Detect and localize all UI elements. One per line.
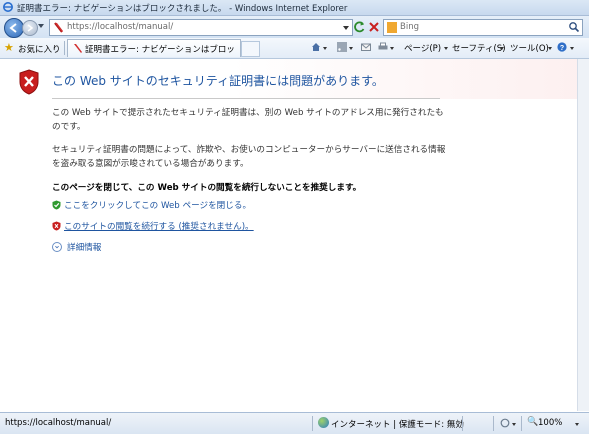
- back-arrow-icon: [9, 23, 17, 33]
- address-url: https://localhost/manual/: [67, 22, 174, 32]
- heading-divider: [52, 98, 440, 99]
- certificate-error-icon: [74, 44, 82, 53]
- back-button[interactable]: [4, 18, 24, 38]
- forward-arrow-icon: [27, 24, 34, 32]
- svg-text:?: ?: [560, 45, 564, 52]
- forward-button[interactable]: [22, 20, 38, 36]
- feeds-icon[interactable]: [337, 42, 347, 52]
- recommendation-text: このページを閉じて、この Web サイトの閲覧を続行しないことを推奨します。: [52, 183, 362, 193]
- feeds-dropdown-icon[interactable]: [349, 47, 353, 50]
- recent-pages-dropdown[interactable]: [38, 24, 44, 28]
- page-heading: この Web サイトのセキュリティ証明書には問題があります。: [52, 74, 384, 88]
- safety-menu[interactable]: セーフティ(S): [452, 42, 506, 54]
- security-shield-error-icon: [19, 69, 39, 95]
- address-dropdown-icon[interactable]: [343, 26, 349, 30]
- zoom-level[interactable]: 100%: [538, 418, 562, 428]
- more-information-label: 詳細情報: [67, 243, 102, 253]
- search-icon[interactable]: [568, 21, 580, 33]
- red-shield-icon: [52, 221, 61, 231]
- stop-icon[interactable]: [368, 20, 380, 34]
- search-box[interactable]: Bing: [383, 19, 583, 36]
- status-divider: [493, 416, 494, 431]
- protected-mode-icon[interactable]: [500, 418, 510, 428]
- home-icon[interactable]: [311, 42, 321, 52]
- toolbar-divider: [64, 41, 65, 55]
- print-icon[interactable]: [378, 42, 388, 52]
- window-title: 証明書エラー: ナビゲーションはブロックされました。 - Windows Int…: [17, 4, 348, 14]
- ie-logo-icon: [3, 2, 13, 12]
- certificate-warning-text: セキュリティ証明書の問題によって、詐欺や、お使いのコンピューターからサーバーに送…: [52, 145, 446, 169]
- certificate-error-icon: [54, 22, 63, 33]
- tab-label: 証明書エラー: ナビゲーションはブロックされ...: [85, 45, 235, 55]
- safety-menu-dropdown-icon[interactable]: [500, 47, 504, 50]
- navigation-bar: https://localhost/manual/ Bing: [0, 16, 589, 38]
- certificate-mismatch-text: この Web サイトで提示されたセキュリティ証明書は、別の Web サイトのアド…: [52, 108, 444, 132]
- print-dropdown-icon[interactable]: [390, 47, 394, 50]
- favorites-bar: ★ お気に入り 証明書エラー: ナビゲーションはブロックされ... ページ(P)…: [0, 38, 589, 59]
- continue-to-site-link-label[interactable]: このサイトの閲覧を続行する (推奨されません)。: [64, 220, 254, 232]
- browser-tab[interactable]: 証明書エラー: ナビゲーションはブロックされ...: [67, 39, 241, 57]
- tools-menu-dropdown-icon[interactable]: [548, 47, 552, 50]
- security-zone-status[interactable]: インターネット | 保護モード: 無効: [331, 418, 464, 430]
- status-url: https://localhost/manual/: [5, 418, 112, 428]
- address-bar[interactable]: https://localhost/manual/: [49, 19, 353, 36]
- mail-icon[interactable]: [361, 42, 371, 52]
- zoom-dropdown-icon[interactable]: [575, 423, 579, 426]
- expand-chevron-icon: [52, 242, 62, 252]
- refresh-icon[interactable]: [353, 20, 366, 34]
- green-shield-icon: [52, 200, 61, 210]
- window-titlebar: 証明書エラー: ナビゲーションはブロックされました。 - Windows Int…: [0, 0, 589, 16]
- page-menu[interactable]: ページ(P): [404, 42, 441, 54]
- internet-zone-icon: [318, 417, 329, 428]
- status-divider: [312, 416, 313, 431]
- close-page-link-label[interactable]: ここをクリックしてこの Web ページを閉じる。: [64, 199, 251, 211]
- tools-menu[interactable]: ツール(O): [510, 42, 549, 54]
- favorites-star-icon: ★: [4, 41, 14, 54]
- protected-mode-dropdown-icon[interactable]: [512, 423, 516, 426]
- new-tab-button[interactable]: [241, 41, 260, 57]
- vertical-scrollbar[interactable]: [577, 59, 589, 411]
- status-divider: [521, 416, 522, 431]
- favorites-button[interactable]: お気に入り: [18, 43, 61, 55]
- status-bar: https://localhost/manual/ インターネット | 保護モー…: [0, 412, 589, 434]
- home-dropdown-icon[interactable]: [323, 47, 327, 50]
- status-divider: [462, 416, 463, 431]
- zoom-icon[interactable]: 🔍: [527, 417, 538, 427]
- help-dropdown-icon[interactable]: [570, 47, 574, 50]
- search-placeholder: Bing: [400, 22, 419, 32]
- page-menu-dropdown-icon[interactable]: [444, 47, 448, 50]
- help-icon[interactable]: ?: [557, 42, 567, 52]
- bing-icon: [387, 22, 397, 33]
